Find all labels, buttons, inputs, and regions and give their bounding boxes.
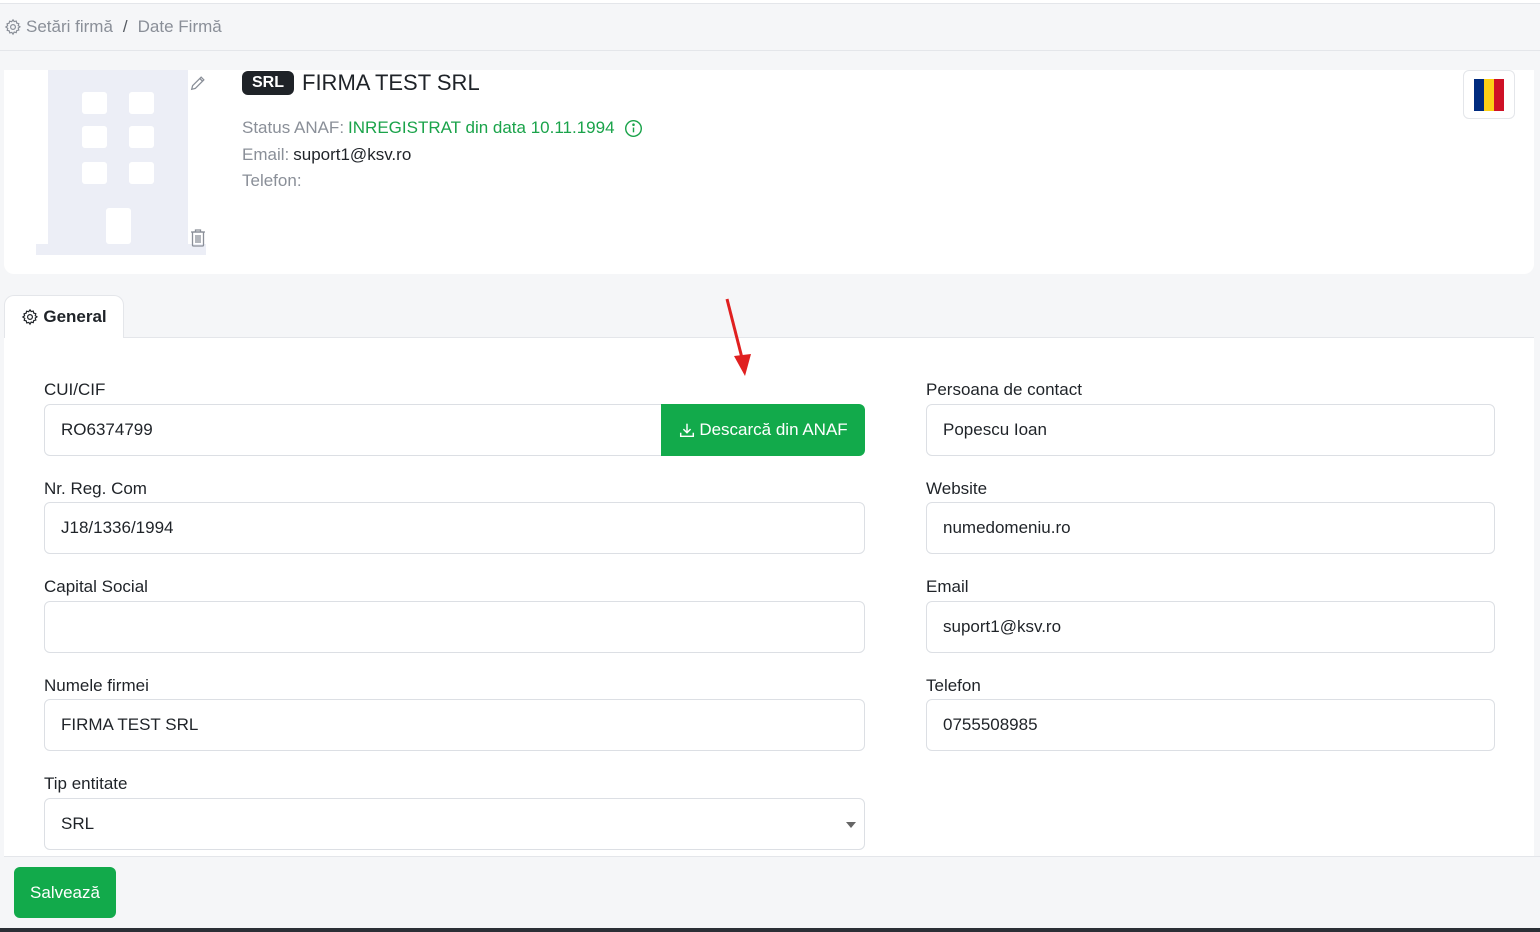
cui-input[interactable]: RO6374799 [44,404,662,456]
breadcrumb-current: Date Firmă [137,17,222,36]
anaf-status-line: Status ANAF: INREGISTRAT din data 10.11.… [242,118,643,138]
anaf-status-value: INREGISTRAT din data 10.11.1994 [348,118,615,137]
top-bar [0,0,1540,4]
reg-com-input[interactable]: J18/1336/1994 [44,502,865,554]
chevron-down-icon [846,822,856,828]
footer-bar [4,856,1540,928]
company-name: FIRMA TEST SRL [302,70,480,95]
download-anaf-button[interactable]: Descarcă din ANAF [661,404,865,456]
company-title-row: SRL FIRMA TEST SRL [242,70,480,96]
gear-icon [22,308,39,326]
romania-flag-icon [1474,78,1504,111]
entity-type-label: Tip entitate [44,774,128,793]
phone-label: Telefon: [242,171,302,190]
phone-field-label: Telefon [926,676,981,695]
email-value: suport1@ksv.ro [293,145,412,164]
capital-social-input[interactable] [44,601,865,653]
email-field-label: Email [926,577,969,596]
download-icon [680,423,695,438]
company-name-label: Numele firmei [44,676,149,695]
email-line: Email: suport1@ksv.ro [242,145,411,165]
language-flag-button[interactable] [1463,70,1515,119]
phone-field[interactable]: 0755508985 [926,699,1495,751]
tab-general-label: General [43,307,107,326]
breadcrumb-divider [0,50,1540,51]
building-placeholder-icon[interactable] [36,70,206,255]
breadcrumb-separator: / [122,17,128,36]
breadcrumb-settings-link[interactable]: Setări firmă [26,17,113,37]
breadcrumb: Setări firmă / Date Firmă [4,14,222,40]
cui-label: CUI/CIF [44,380,106,399]
download-anaf-label: Descarcă din ANAF [699,420,848,439]
bottom-edge [0,928,1540,932]
website-label: Website [926,479,988,498]
contact-person-label: Persoana de contact [926,380,1082,399]
info-icon[interactable] [624,119,643,138]
email-label: Email: [242,145,290,164]
company-header-card: SRL FIRMA TEST SRL Status ANAF: INREGIST… [4,70,1534,274]
save-button[interactable]: Salvează [14,867,116,918]
email-field[interactable]: suport1@ksv.ro [926,601,1495,653]
entity-type-badge: SRL [242,71,294,95]
reg-com-label: Nr. Reg. Com [44,479,147,498]
annotation-arrow-icon [725,298,751,376]
contact-person-input[interactable]: Popescu Ioan [926,404,1495,456]
phone-line: Telefon: [242,171,306,191]
pencil-edit-icon[interactable] [189,74,207,92]
capital-social-label: Capital Social [44,577,148,596]
tab-general[interactable]: General [4,295,124,338]
entity-type-select[interactable]: SRL [44,798,865,850]
trash-icon[interactable] [189,228,207,248]
anaf-status-label: Status ANAF: [242,118,345,137]
gear-icon [4,18,22,36]
website-input[interactable]: numedomeniu.ro [926,502,1495,554]
entity-type-value: SRL [61,814,95,833]
company-name-input[interactable]: FIRMA TEST SRL [44,699,865,751]
